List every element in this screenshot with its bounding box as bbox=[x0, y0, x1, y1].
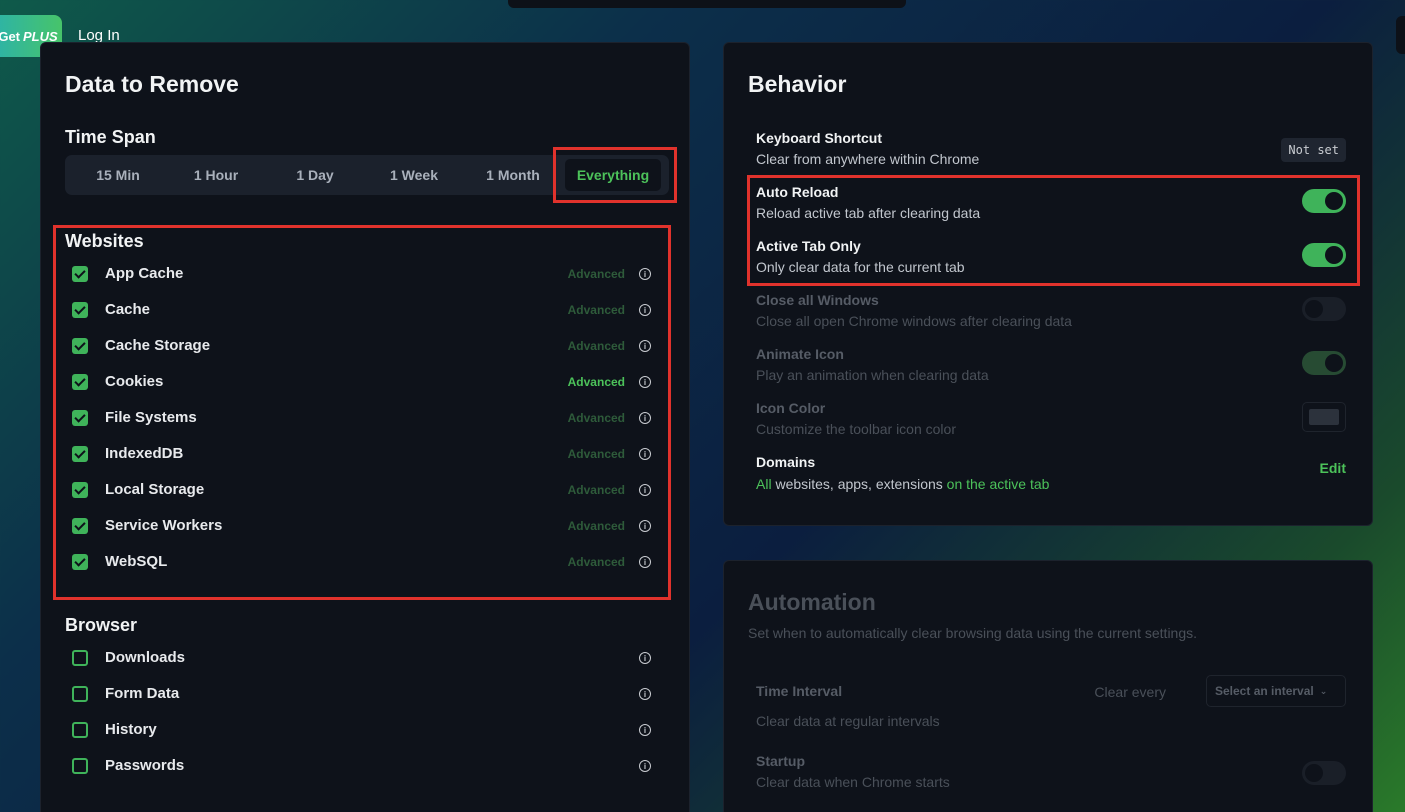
shortcut-value[interactable]: Not set bbox=[1281, 138, 1346, 162]
time-span-heading: Time Span bbox=[65, 127, 156, 147]
setting-title: Close all Windows bbox=[756, 292, 879, 308]
domains-setting: Domains All websites, apps, extensions o… bbox=[756, 454, 1346, 498]
setting-desc: Clear data when Chrome starts bbox=[756, 774, 950, 790]
browser-item-history[interactable]: History i bbox=[65, 717, 651, 743]
behavior-panel: Behavior Keyboard Shortcut Clear from an… bbox=[723, 42, 1373, 526]
highlight-websites bbox=[53, 225, 671, 600]
close-all-windows-setting: Close all Windows Close all open Chrome … bbox=[756, 292, 1346, 336]
checkbox[interactable] bbox=[72, 758, 88, 774]
animate-icon-toggle[interactable] bbox=[1302, 351, 1346, 375]
info-icon[interactable]: i bbox=[639, 724, 651, 736]
time-interval-setting: Time Interval Clear data at regular inte… bbox=[756, 675, 1346, 733]
clear-every-label: Clear every bbox=[1094, 684, 1166, 700]
setting-title: Startup bbox=[756, 753, 805, 769]
time-span-15-min[interactable]: 15 Min bbox=[70, 155, 166, 195]
browser-item-downloads[interactable]: Downloads i bbox=[65, 645, 651, 671]
animate-icon-setting: Animate Icon Play an animation when clea… bbox=[756, 346, 1346, 390]
chevron-down-icon: ⌄ bbox=[1319, 685, 1328, 696]
setting-desc: Play an animation when clearing data bbox=[756, 367, 989, 383]
domains-edit-button[interactable]: Edit bbox=[1320, 460, 1346, 476]
setting-title: Domains bbox=[756, 454, 816, 470]
top-bar bbox=[508, 0, 906, 8]
setting-desc: Customize the toolbar icon color bbox=[756, 421, 956, 437]
behavior-heading: Behavior bbox=[748, 71, 847, 97]
item-label: History bbox=[105, 721, 157, 738]
setting-desc: Close all open Chrome windows after clea… bbox=[756, 313, 1072, 329]
info-icon[interactable]: i bbox=[639, 688, 651, 700]
info-icon[interactable]: i bbox=[639, 760, 651, 772]
browser-heading: Browser bbox=[65, 615, 138, 635]
interval-select-value: Select an interval bbox=[1215, 684, 1314, 698]
time-span-1-month[interactable]: 1 Month bbox=[465, 155, 561, 195]
checkbox[interactable] bbox=[72, 686, 88, 702]
info-icon[interactable]: i bbox=[639, 652, 651, 664]
item-label: Passwords bbox=[105, 757, 185, 774]
automation-subtitle: Set when to automatically clear browsing… bbox=[748, 625, 1198, 641]
time-span-1-hour[interactable]: 1 Hour bbox=[168, 155, 264, 195]
highlight-behavior-toggles bbox=[747, 175, 1360, 286]
keyboard-shortcut-setting: Keyboard Shortcut Clear from anywhere wi… bbox=[756, 130, 1346, 174]
browser-item-form-data[interactable]: Form Data i bbox=[65, 681, 651, 707]
item-label: Form Data bbox=[105, 685, 180, 702]
item-label: Downloads bbox=[105, 649, 186, 666]
get-plus-prefix: Get bbox=[0, 28, 20, 44]
page-title: Data to Remove bbox=[65, 71, 239, 97]
interval-select[interactable]: Select an interval ⌄ bbox=[1206, 675, 1346, 707]
setting-title: Time Interval bbox=[756, 683, 843, 699]
setting-title: Keyboard Shortcut bbox=[756, 130, 883, 146]
domains-middle: websites, apps, extensions bbox=[771, 476, 947, 492]
domains-scope: on the active tab bbox=[946, 476, 1050, 492]
side-handle bbox=[1396, 16, 1405, 54]
setting-title: Animate Icon bbox=[756, 346, 844, 362]
checkbox[interactable] bbox=[72, 722, 88, 738]
time-span-1-day[interactable]: 1 Day bbox=[267, 155, 363, 195]
setting-desc: All websites, apps, extensions on the ac… bbox=[756, 476, 1049, 492]
startup-toggle[interactable] bbox=[1302, 761, 1346, 785]
domains-all: All bbox=[756, 476, 772, 492]
close-all-windows-toggle[interactable] bbox=[1302, 297, 1346, 321]
icon-color-setting: Icon Color Customize the toolbar icon co… bbox=[756, 400, 1346, 444]
setting-title: Icon Color bbox=[756, 400, 826, 416]
automation-heading: Automation bbox=[748, 589, 876, 615]
setting-desc: Clear data at regular intervals bbox=[756, 713, 940, 729]
time-span-1-week[interactable]: 1 Week bbox=[366, 155, 462, 195]
highlight-everything bbox=[553, 147, 677, 203]
startup-setting: Startup Clear data when Chrome starts bbox=[756, 753, 1346, 797]
browser-item-passwords[interactable]: Passwords i bbox=[65, 753, 651, 779]
data-to-remove-panel: Data to Remove Time Span 15 Min 1 Hour 1… bbox=[40, 42, 690, 812]
checkbox[interactable] bbox=[72, 650, 88, 666]
setting-desc: Clear from anywhere within Chrome bbox=[756, 151, 980, 167]
icon-color-swatch[interactable] bbox=[1302, 402, 1346, 432]
automation-panel: Automation Set when to automatically cle… bbox=[723, 560, 1373, 812]
